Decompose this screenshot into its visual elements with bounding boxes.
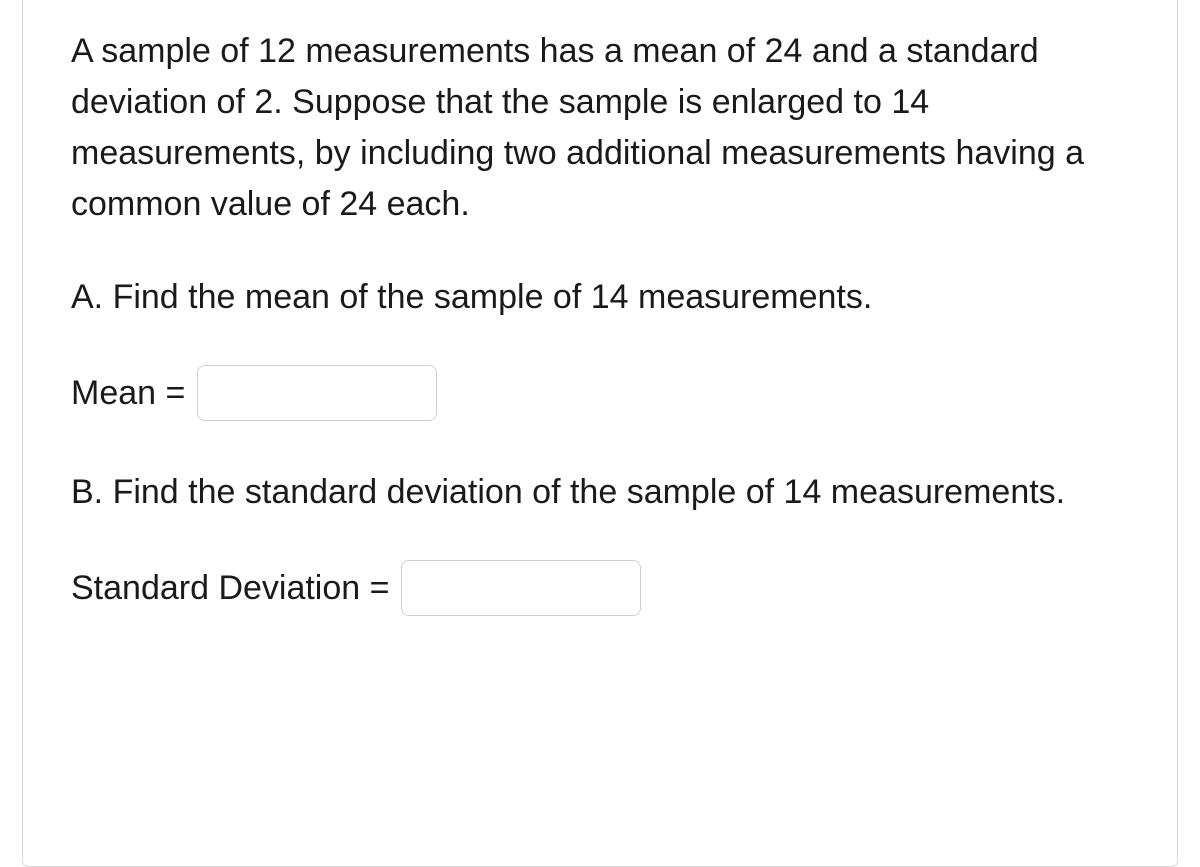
stddev-label: Standard Deviation = <box>71 569 389 608</box>
stddev-input[interactable] <box>401 560 641 616</box>
mean-label: Mean = <box>71 374 185 413</box>
part-a-answer-row: Mean = <box>71 365 1129 421</box>
part-b-answer-row: Standard Deviation = <box>71 560 1129 616</box>
question-container: A sample of 12 measurements has a mean o… <box>22 0 1178 867</box>
part-b-prompt: B. Find the standard deviation of the sa… <box>71 467 1129 518</box>
mean-input[interactable] <box>197 365 437 421</box>
problem-statement: A sample of 12 measurements has a mean o… <box>71 26 1129 230</box>
part-a-prompt: A. Find the mean of the sample of 14 mea… <box>71 272 1129 323</box>
